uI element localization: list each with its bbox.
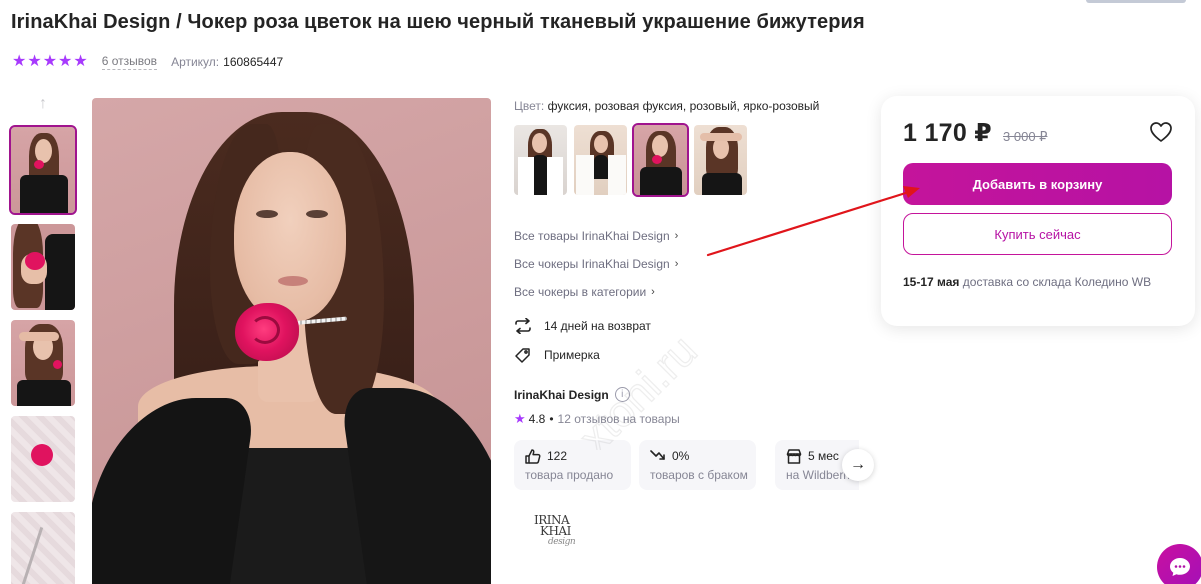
fitting-text: Примерка bbox=[544, 348, 600, 362]
rating-stars: ★ ★ ★ ★ ★ bbox=[12, 54, 88, 70]
brand-logo[interactable]: IRINA KHAI design bbox=[534, 514, 588, 553]
stat-value: 5 мес bbox=[808, 449, 839, 463]
stat-value: 122 bbox=[547, 449, 568, 463]
star-icon: ★ bbox=[73, 53, 88, 70]
link-all-brand-products[interactable]: Все товары IrinaKhai Design › bbox=[514, 222, 678, 250]
tag-icon bbox=[515, 348, 530, 363]
buy-now-button[interactable]: Купить сейчас bbox=[903, 213, 1172, 255]
seller-name[interactable]: IrinaKhai Design i bbox=[514, 387, 630, 402]
chevron-right-icon: › bbox=[651, 286, 655, 298]
stat-label: товара продано bbox=[525, 468, 614, 482]
color-swatch[interactable] bbox=[632, 123, 689, 197]
star-icon: ★ bbox=[58, 53, 73, 70]
gallery-thumb[interactable] bbox=[11, 224, 75, 310]
store-icon bbox=[786, 448, 802, 464]
star-icon: ★ bbox=[514, 411, 526, 426]
stat-card-sold: 122 товара продано bbox=[514, 440, 631, 490]
stat-label: товаров с браком bbox=[650, 468, 748, 482]
main-product-photo[interactable] bbox=[92, 98, 491, 584]
price-row: 1 170 ₽ 3 000 ₽ bbox=[903, 118, 1047, 148]
return-text: 14 дней на возврат bbox=[544, 319, 651, 333]
link-label: Все товары IrinaKhai Design bbox=[514, 229, 670, 243]
link-label: Все чокеры в категории bbox=[514, 285, 647, 299]
logo-line: design bbox=[548, 537, 576, 547]
top-edge-bar bbox=[1086, 0, 1186, 3]
color-label-key: Цвет: bbox=[514, 99, 545, 113]
related-links: Все товары IrinaKhai Design › Все чокеры … bbox=[514, 222, 678, 306]
trend-down-icon bbox=[650, 450, 665, 460]
current-price: 1 170 ₽ bbox=[903, 119, 993, 147]
heart-icon[interactable] bbox=[1149, 121, 1173, 143]
product-title: IrinaKhai Design / Чокер роза цветок на … bbox=[11, 11, 865, 33]
gallery-thumb[interactable] bbox=[11, 512, 75, 584]
star-icon: ★ bbox=[27, 53, 42, 70]
color-swatch[interactable] bbox=[574, 125, 627, 195]
seller-rating: ★ 4.8 • 12 отзывов на товары bbox=[514, 411, 680, 427]
color-label: Цвет: фуксия, розовая фуксия, розовый, я… bbox=[514, 99, 819, 113]
rating-row: ★ ★ ★ ★ ★ 6 отзывов Артикул: 160865447 bbox=[12, 53, 283, 71]
chevron-right-icon: › bbox=[674, 258, 679, 270]
stat-card-defects: 0% товаров с браком bbox=[639, 440, 756, 490]
delivery-date: 15-17 мая bbox=[903, 275, 960, 289]
delivery-info: 15-17 мая доставка со склада Коледино WB bbox=[903, 273, 1163, 291]
article-label: Артикул: bbox=[171, 55, 220, 69]
stat-value: 0% bbox=[672, 449, 690, 463]
seller-rating-value: 4.8 bbox=[528, 412, 546, 426]
star-icon: ★ bbox=[12, 53, 27, 70]
gallery-thumb[interactable] bbox=[9, 125, 77, 215]
return-arrows-icon bbox=[515, 318, 531, 334]
separator-dot: • bbox=[549, 412, 554, 426]
thumbs-up-icon bbox=[525, 448, 541, 464]
link-label: Все чокеры IrinaKhai Design bbox=[514, 257, 670, 271]
color-value: фуксия, розовая фуксия, розовый, ярко-ро… bbox=[547, 99, 820, 113]
seller-name-text: IrinaKhai Design bbox=[514, 387, 609, 402]
chevron-right-icon: › bbox=[674, 230, 679, 242]
info-icon[interactable]: i bbox=[614, 387, 630, 402]
arrow-up-icon[interactable]: ↑ bbox=[34, 95, 52, 113]
logo-line: KHAI bbox=[540, 524, 571, 538]
gallery-thumb[interactable] bbox=[11, 320, 75, 406]
delivery-text: доставка со склада Коледино WB bbox=[962, 275, 1152, 289]
article-value: 160865447 bbox=[223, 55, 284, 69]
chat-button[interactable] bbox=[1157, 544, 1201, 584]
gallery-thumb[interactable] bbox=[11, 416, 75, 502]
add-to-cart-button[interactable]: Добавить в корзину bbox=[903, 163, 1172, 205]
link-all-brand-chokers[interactable]: Все чокеры IrinaKhai Design › bbox=[514, 250, 678, 278]
chat-bubble-icon bbox=[1170, 558, 1190, 576]
arrow-right-icon: → bbox=[850, 456, 866, 473]
old-price: 3 000 ₽ bbox=[1003, 129, 1048, 144]
seller-reviews[interactable]: 12 отзывов на товары bbox=[558, 412, 680, 426]
star-icon: ★ bbox=[42, 53, 58, 70]
color-swatch[interactable] bbox=[514, 125, 567, 195]
link-all-category-chokers[interactable]: Все чокеры в категории › bbox=[514, 278, 678, 306]
reviews-link[interactable]: 6 отзывов bbox=[101, 54, 158, 70]
stats-next-button[interactable]: → bbox=[842, 449, 874, 481]
purchase-card: 1 170 ₽ 3 000 ₽ Добавить в корзину Купит… bbox=[881, 96, 1195, 326]
color-swatch[interactable] bbox=[694, 125, 747, 195]
return-policy: 14 дней на возврат bbox=[514, 316, 651, 336]
fitting-option: Примерка bbox=[514, 345, 600, 365]
